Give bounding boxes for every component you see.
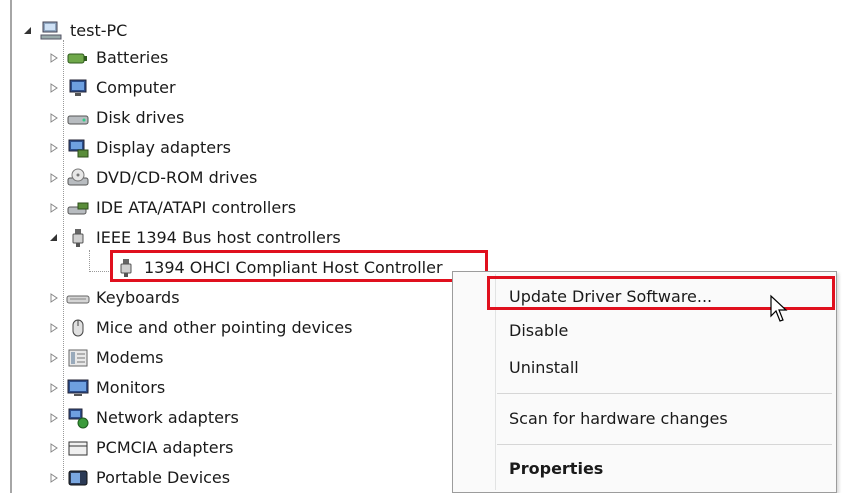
tree-item-network-adapters[interactable]: Network adapters xyxy=(48,403,239,433)
tree-item-dvd-drives[interactable]: DVD/CD-ROM drives xyxy=(48,163,257,193)
tree-connector xyxy=(89,250,90,272)
tree-item-label: PCMCIA adapters xyxy=(96,438,234,457)
menu-item-label: Uninstall xyxy=(509,357,579,377)
menu-item-properties[interactable]: Properties xyxy=(509,451,603,485)
tree-item-computer[interactable]: Computer xyxy=(48,73,176,103)
network-adapter-icon xyxy=(66,406,90,430)
tree-item-disk-drives[interactable]: Disk drives xyxy=(48,103,184,133)
menu-item-label: Scan for hardware changes xyxy=(509,408,728,428)
collapsed-triangle-icon[interactable] xyxy=(48,292,60,304)
collapsed-triangle-icon[interactable] xyxy=(48,472,60,484)
tree-item-monitors[interactable]: Monitors xyxy=(48,373,165,403)
tree-item-label: Monitors xyxy=(96,378,166,397)
tree-item-keyboards[interactable]: Keyboards xyxy=(48,283,180,313)
tree-item-label: IEEE 1394 Bus host controllers xyxy=(96,228,341,247)
tree-item-label: Batteries xyxy=(96,48,169,67)
portable-device-icon xyxy=(66,466,90,490)
pcmcia-icon xyxy=(66,436,90,460)
tree-item-label: DVD/CD-ROM drives xyxy=(96,168,258,187)
menu-item-scan-hardware[interactable]: Scan for hardware changes xyxy=(509,401,728,435)
menu-separator xyxy=(497,393,832,394)
mouse-icon xyxy=(66,316,90,340)
tree-item-mice[interactable]: Mice and other pointing devices xyxy=(48,313,352,343)
menu-item-label: Properties xyxy=(509,458,604,478)
monitor-icon xyxy=(66,376,90,400)
computer-icon xyxy=(66,76,90,100)
collapsed-triangle-icon[interactable] xyxy=(48,442,60,454)
collapsed-triangle-icon[interactable] xyxy=(48,352,60,364)
tree-item-ieee1394[interactable]: IEEE 1394 Bus host controllers xyxy=(48,223,341,253)
display-adapter-icon xyxy=(66,136,90,160)
keyboard-icon xyxy=(66,286,90,310)
menu-separator xyxy=(497,444,832,445)
menu-item-disable[interactable]: Disable xyxy=(509,313,568,347)
collapsed-triangle-icon[interactable] xyxy=(48,82,60,94)
expanded-triangle-icon[interactable] xyxy=(22,25,34,37)
tree-item-label: Disk drives xyxy=(96,108,185,127)
tree-item-label: Portable Devices xyxy=(96,468,231,487)
selected-item-highlight xyxy=(110,250,488,282)
tree-item-ide-controllers[interactable]: IDE ATA/ATAPI controllers xyxy=(48,193,296,223)
menu-item-uninstall[interactable]: Uninstall xyxy=(509,350,579,384)
collapsed-triangle-icon[interactable] xyxy=(48,382,60,394)
collapsed-triangle-icon[interactable] xyxy=(48,412,60,424)
collapsed-triangle-icon[interactable] xyxy=(48,202,60,214)
collapsed-triangle-icon[interactable] xyxy=(48,52,60,64)
collapsed-triangle-icon[interactable] xyxy=(48,322,60,334)
mouse-cursor-icon xyxy=(770,294,788,322)
tree-root-label: test-PC xyxy=(70,21,128,40)
computer-network-icon xyxy=(40,19,64,43)
tree-item-modems[interactable]: Modems xyxy=(48,343,164,373)
disk-drive-icon xyxy=(66,106,90,130)
tree-item-label: Computer xyxy=(96,78,176,97)
dvd-drive-icon xyxy=(66,166,90,190)
tree-item-label: Modems xyxy=(96,348,164,367)
tree-item-pcmcia-adapters[interactable]: PCMCIA adapters xyxy=(48,433,234,463)
tree-item-label: Network adapters xyxy=(96,408,239,427)
ide-controller-icon xyxy=(66,196,90,220)
tree-item-label: Mice and other pointing devices xyxy=(96,318,353,337)
menu-item-label: Disable xyxy=(509,320,569,340)
collapsed-triangle-icon[interactable] xyxy=(48,172,60,184)
tree-item-portable-devices[interactable]: Portable Devices xyxy=(48,463,230,493)
collapsed-triangle-icon[interactable] xyxy=(48,142,60,154)
collapsed-triangle-icon[interactable] xyxy=(48,112,60,124)
battery-icon xyxy=(66,46,90,70)
tree-item-label: Keyboards xyxy=(96,288,180,307)
tree-item-label: Display adapters xyxy=(96,138,232,157)
tree-root[interactable]: test-PC xyxy=(22,16,127,46)
tree-connector xyxy=(89,271,109,272)
expanded-triangle-icon[interactable] xyxy=(48,232,60,244)
modem-icon xyxy=(66,346,90,370)
tree-item-label: IDE ATA/ATAPI controllers xyxy=(96,198,297,217)
tree-item-display-adapters[interactable]: Display adapters xyxy=(48,133,231,163)
ieee1394-icon xyxy=(66,226,90,250)
tree-item-batteries[interactable]: Batteries xyxy=(48,43,168,73)
